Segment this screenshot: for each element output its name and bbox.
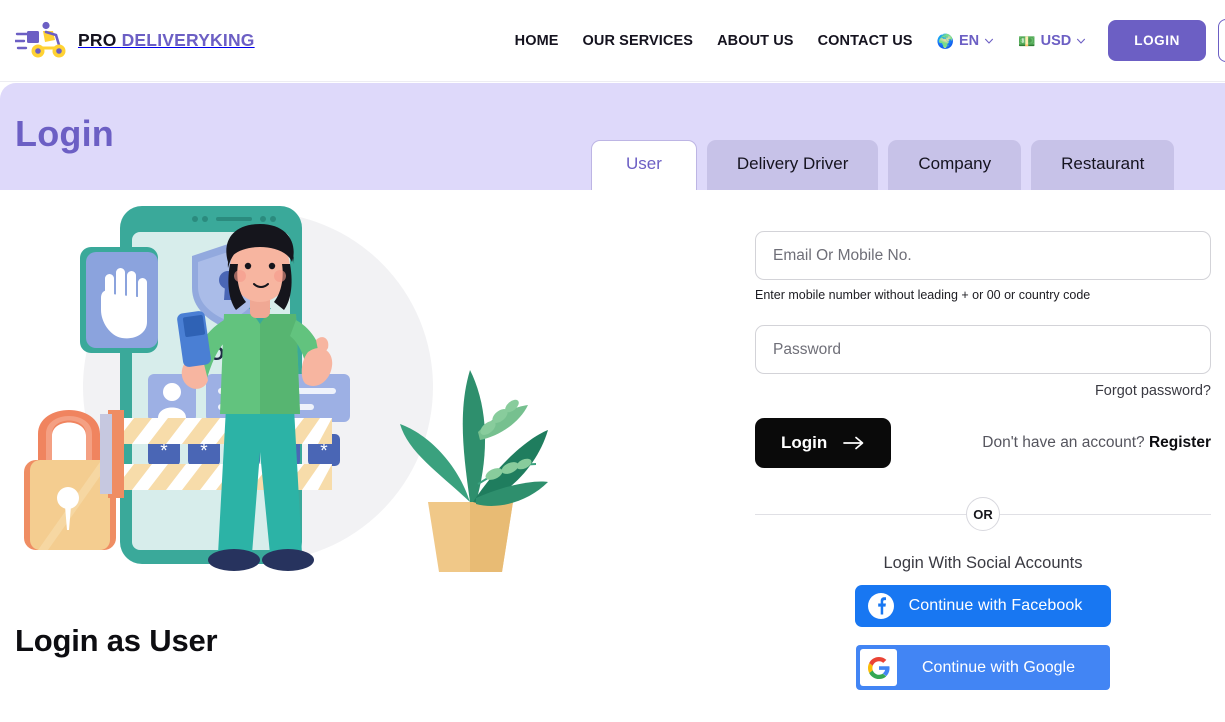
tab-restaurant[interactable]: Restaurant <box>1031 140 1175 190</box>
nav-item-about-us[interactable]: ABOUT US <box>717 33 794 49</box>
google-button-label: Continue with Google <box>922 658 1075 676</box>
nav-item-our-services[interactable]: OUR SERVICES <box>583 33 694 49</box>
currency-value: USD <box>1040 32 1072 49</box>
continue-with-facebook-button[interactable]: Continue with Facebook <box>855 585 1111 627</box>
brand-logo-link[interactable]: PRO DELIVERYKING <box>15 20 255 62</box>
no-account-label: Don't have an account? <box>982 434 1145 451</box>
globe-icon: 🌍 <box>936 32 955 49</box>
page-banner: Login User Delivery Driver Company Resta… <box>0 83 1225 190</box>
login-submit-button[interactable]: Login <box>755 418 892 468</box>
page-title: Login <box>15 113 114 154</box>
brand-text-deliveryking: DELIVERYKING <box>121 30 255 50</box>
google-icon <box>860 649 897 686</box>
main-navigation: HOME OUR SERVICES ABOUT US CONTACT US 🌍 … <box>515 33 1087 49</box>
facebook-button-label: Continue with Facebook <box>908 597 1083 614</box>
or-divider: OR <box>755 497 1211 531</box>
email-or-mobile-input[interactable] <box>755 231 1211 280</box>
password-input[interactable] <box>755 325 1211 374</box>
continue-with-google-button[interactable]: Continue with Google <box>856 645 1110 690</box>
login-security-illustration: LOGIN * * * * * <box>24 206 548 572</box>
role-tabs: User Delivery Driver Company Restaurant <box>591 140 1175 190</box>
language-value: EN <box>959 32 980 49</box>
tab-delivery-driver[interactable]: Delivery Driver <box>706 140 879 190</box>
or-label: OR <box>966 497 1000 531</box>
login-action-row: Login Don't have an account? Register <box>755 418 1211 468</box>
tab-company[interactable]: Company <box>888 140 1022 190</box>
login-submit-label: Login <box>781 433 828 452</box>
header-login-button[interactable]: LOGIN <box>1108 20 1206 61</box>
currency-selector[interactable]: 💵 USD <box>1018 33 1086 49</box>
nav-item-contact-us[interactable]: CONTACT US <box>818 33 913 49</box>
login-page: PRO DELIVERYKING HOME OUR SERVICES ABOUT… <box>0 0 1225 722</box>
forgot-password-link[interactable]: Forgot password? <box>755 383 1211 399</box>
language-selector[interactable]: 🌍 EN <box>937 33 995 49</box>
chevron-down-icon <box>985 38 994 44</box>
svg-text:*: * <box>160 441 168 462</box>
tab-user[interactable]: User <box>591 140 697 190</box>
social-accounts-title: Login With Social Accounts <box>883 554 1083 572</box>
header-register-button[interactable]: REGISTER <box>1217 19 1225 62</box>
no-account-text: Don't have an account? Register <box>982 434 1211 452</box>
arrow-right-icon <box>843 436 864 450</box>
mobile-helper-text: Enter mobile number without leading + or… <box>755 288 1091 302</box>
left-column: LOGIN * * * * * <box>0 190 735 722</box>
brand-text: PRO DELIVERYKING <box>78 30 255 51</box>
nav-item-home[interactable]: HOME <box>515 33 559 49</box>
brand-text-pro: PRO <box>78 30 117 50</box>
register-link[interactable]: Register <box>1149 434 1211 451</box>
login-form: Enter mobile number without leading + or… <box>755 231 1211 690</box>
svg-text:*: * <box>320 441 328 462</box>
facebook-icon <box>868 593 894 619</box>
svg-text:*: * <box>200 441 208 462</box>
site-header: PRO DELIVERYKING HOME OUR SERVICES ABOUT… <box>0 0 1225 82</box>
chevron-down-icon <box>1077 38 1086 44</box>
banknote-icon: 💵 <box>1018 32 1036 49</box>
scooter-delivery-icon <box>15 21 66 57</box>
left-section-heading: Login as User <box>15 623 218 658</box>
